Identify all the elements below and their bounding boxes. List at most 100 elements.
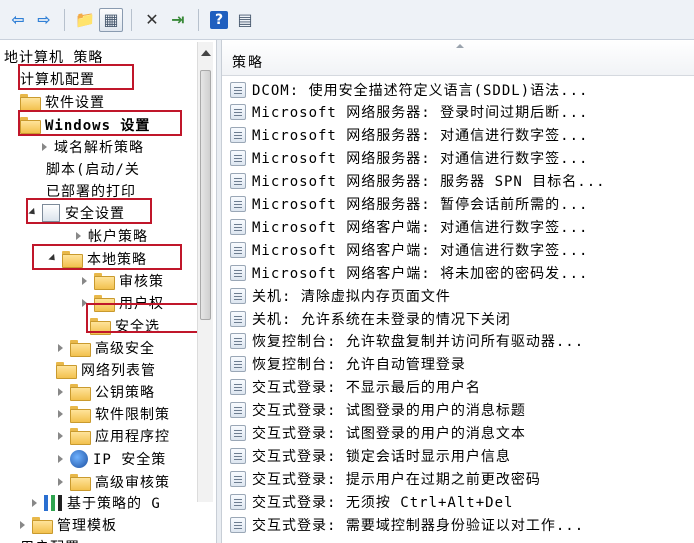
folder-icon [90, 318, 111, 335]
tree-advanced-security[interactable]: 高级安全 [56, 337, 155, 359]
tree-network-list[interactable]: 网络列表管 [56, 359, 156, 381]
policy-row[interactable]: 交互式登录: 试图登录的用户的消息文本 [230, 422, 692, 445]
policy-name: 交互式登录: 试图登录的用户的消息标题 [252, 403, 526, 420]
tree-local-computer-policy[interactable]: 地计算机 策略 [4, 46, 103, 68]
tree-local-policy[interactable]: 本地策略 [48, 248, 147, 270]
tree-security-settings[interactable]: 安全设置 [28, 202, 125, 224]
policy-name: 关机: 清除虚拟内存页面文件 [252, 288, 451, 305]
tree-item-label: 帐户策略 [88, 229, 148, 245]
collapsed-arrow-icon[interactable] [30, 498, 40, 508]
up-folder-button[interactable]: 📁 [73, 8, 97, 32]
tree-software-settings[interactable]: 软件设置 [20, 91, 105, 113]
folder-icon [32, 517, 53, 534]
collapsed-arrow-icon[interactable] [56, 409, 66, 419]
policy-row[interactable]: Microsoft 网络服务器: 暂停会话前所需的... [230, 193, 692, 216]
tree-account-policy[interactable]: 帐户策略 [74, 225, 148, 247]
policy-name: 交互式登录: 无须按 Ctrl+Alt+Del [252, 494, 514, 511]
export-list-button[interactable]: ⇥ [166, 8, 190, 32]
policy-setting-icon [230, 127, 246, 144]
tree-item-label: 软件设置 [45, 95, 105, 111]
policy-setting-icon [230, 241, 246, 258]
policy-row[interactable]: 交互式登录: 试图登录的用户的消息标题 [230, 399, 692, 422]
tree-scrollbar[interactable] [197, 42, 213, 502]
help-button[interactable]: ? [207, 8, 231, 32]
collapsed-arrow-icon[interactable] [40, 142, 50, 152]
column-header-policy[interactable]: 策略 [232, 52, 264, 72]
collapsed-arrow-icon[interactable] [56, 454, 66, 464]
tree-deployed-printers[interactable]: 已部署的打印 [46, 180, 136, 202]
ip-security-icon [70, 450, 88, 468]
policy-row[interactable]: DCOM: 使用安全描述符定义语言(SDDL)语法... [230, 78, 692, 101]
policy-row[interactable]: Microsoft 网络服务器: 对通信进行数字签... [230, 124, 692, 147]
policy-row[interactable]: 交互式登录: 需要域控制器身份验证以对工作... [230, 513, 692, 536]
expanded-arrow-icon[interactable] [48, 254, 58, 264]
policy-name: 交互式登录: 不显示最后的用户名 [252, 380, 481, 397]
collapsed-arrow-icon[interactable] [56, 477, 66, 487]
policy-row[interactable]: 交互式登录: 无须按 Ctrl+Alt+Del [230, 490, 692, 513]
tree-item-label: 域名解析策略 [54, 140, 144, 156]
policy-name: Microsoft 网络服务器: 服务器 SPN 目标名... [252, 174, 606, 191]
collapsed-arrow-icon[interactable] [56, 431, 66, 441]
folder-icon [94, 295, 115, 312]
policy-name: 恢复控制台: 允许软盘复制并访问所有驱动器... [252, 334, 585, 351]
collapsed-arrow-icon[interactable] [56, 343, 66, 353]
scroll-up-arrow-icon[interactable] [201, 50, 211, 56]
tree-dns-policy[interactable]: 域名解析策略 [40, 136, 144, 158]
policy-name: 关机: 允许系统在未登录的情况下关闭 [252, 311, 511, 328]
tree-advanced-audit[interactable]: 高级审核策 [56, 471, 170, 493]
properties-button[interactable]: ▤ [233, 8, 257, 32]
policy-name: Microsoft 网络服务器: 对通信进行数字签... [252, 151, 589, 168]
tree-ip-security[interactable]: IP 安全策 [56, 448, 166, 470]
policy-row[interactable]: 恢复控制台: 允许自动管理登录 [230, 353, 692, 376]
show-hide-tree-button[interactable]: ▦ [99, 7, 123, 32]
collapsed-arrow-icon[interactable] [80, 298, 90, 308]
forward-button[interactable]: ⇨ [32, 8, 56, 32]
tree-app-control[interactable]: 应用程序控 [56, 425, 170, 447]
back-button[interactable]: ⇦ [6, 8, 30, 32]
list-header[interactable]: 策略 [222, 40, 694, 76]
policy-row[interactable]: Microsoft 网络服务器: 对通信进行数字签... [230, 147, 692, 170]
policy-row[interactable]: 关机: 清除虚拟内存页面文件 [230, 284, 692, 307]
policy-row[interactable]: 交互式登录: 提示用户在过期之前更改密码 [230, 467, 692, 490]
collapsed-arrow-icon[interactable] [18, 520, 28, 530]
policy-name: 交互式登录: 提示用户在过期之前更改密码 [252, 471, 541, 488]
collapsed-arrow-icon[interactable] [74, 231, 84, 241]
tree-windows-settings[interactable]: Windows 设置 [20, 114, 150, 136]
tree-user-rights[interactable]: 用户权 [80, 292, 164, 314]
policy-row[interactable]: Microsoft 网络服务器: 服务器 SPN 目标名... [230, 170, 692, 193]
tree-item-label: Windows 设置 [45, 118, 151, 134]
tree-audit-policy[interactable]: 审核策 [80, 270, 164, 292]
policy-setting-icon [230, 218, 246, 235]
tree-scripts[interactable]: 脚本(启动/关 [46, 158, 140, 180]
tree-policy-qos[interactable]: 基于策略的 G [30, 492, 161, 514]
policy-row[interactable]: 关机: 允许系统在未登录的情况下关闭 [230, 307, 692, 330]
scrollbar-thumb[interactable] [200, 70, 211, 320]
policy-row[interactable]: 交互式登录: 锁定会话时显示用户信息 [230, 444, 692, 467]
bar-chart-icon [44, 495, 62, 511]
policy-setting-icon [230, 356, 246, 373]
policy-row[interactable]: Microsoft 网络客户端: 对通信进行数字签... [230, 215, 692, 238]
tree-user-config[interactable]: 用户配置 [20, 536, 80, 543]
help-icon: ? [210, 10, 228, 29]
policy-row[interactable]: Microsoft 网络客户端: 对通信进行数字签... [230, 238, 692, 261]
expanded-arrow-icon[interactable] [28, 208, 38, 218]
tree-public-key[interactable]: 公钥策略 [56, 381, 155, 403]
tree-security-options[interactable]: 安全选 [90, 315, 160, 337]
policy-row[interactable]: Microsoft 网络客户端: 将未加密的密码发... [230, 261, 692, 284]
policy-setting-icon [230, 81, 246, 98]
properties-icon: ▤ [237, 10, 253, 29]
policy-name: Microsoft 网络客户端: 将未加密的密码发... [252, 265, 589, 282]
tree-item-label: 网络列表管 [81, 363, 156, 379]
policy-row[interactable]: Microsoft 网络服务器: 登录时间过期后断... [230, 101, 692, 124]
policy-setting-icon [230, 173, 246, 190]
tree-admin-templates[interactable]: 管理模板 [18, 514, 117, 536]
collapsed-arrow-icon[interactable] [80, 276, 90, 286]
policy-row[interactable]: 恢复控制台: 允许软盘复制并访问所有驱动器... [230, 330, 692, 353]
delete-button[interactable]: ✕ [140, 8, 164, 32]
tree-computer-config[interactable]: 计算机配置 [20, 68, 95, 90]
tree-software-restriction[interactable]: 软件限制策 [56, 403, 170, 425]
tree-item-label: 安全选 [115, 319, 160, 335]
policy-setting-icon [230, 310, 246, 327]
policy-row[interactable]: 交互式登录: 不显示最后的用户名 [230, 376, 692, 399]
collapsed-arrow-icon[interactable] [56, 387, 66, 397]
